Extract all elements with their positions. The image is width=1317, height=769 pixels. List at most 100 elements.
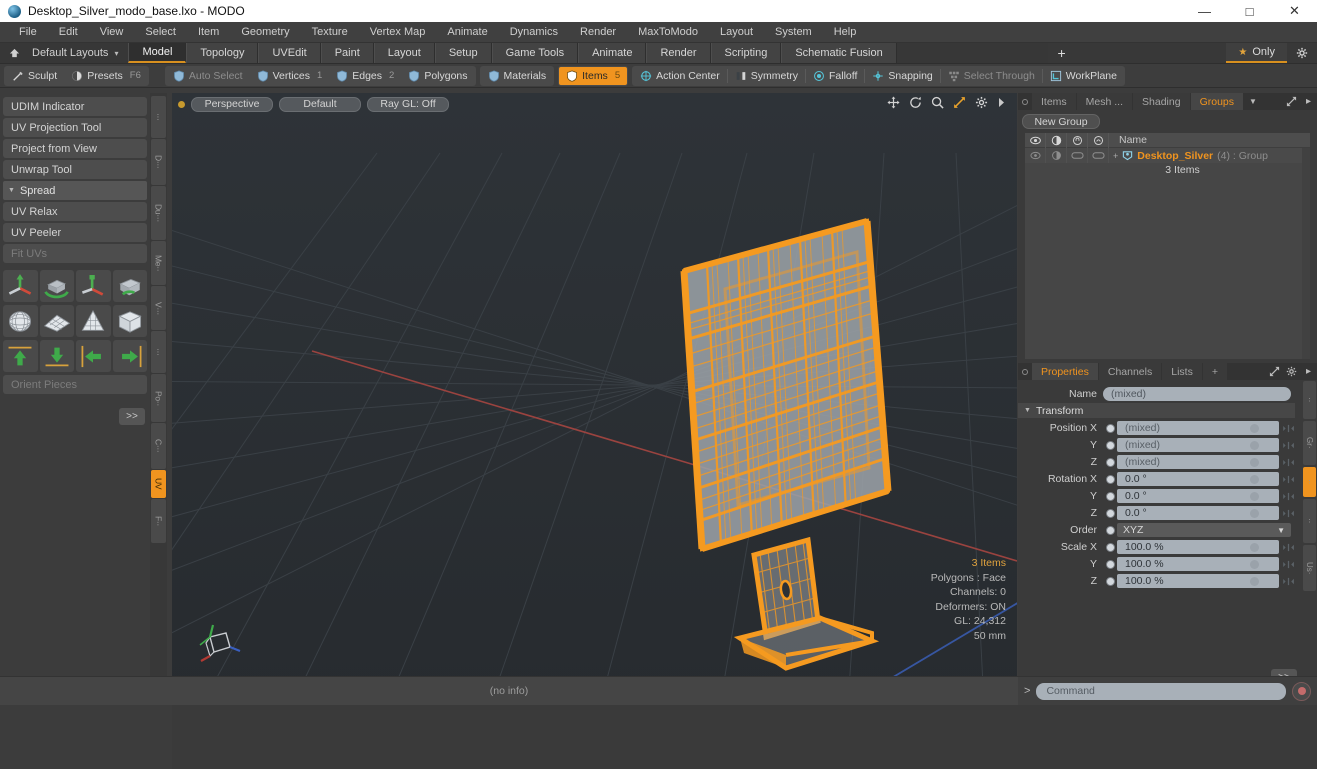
right-vertical-tab-0[interactable]: ·· [1303, 381, 1316, 419]
mode-button-materials[interactable]: Materials [481, 67, 554, 85]
table-row[interactable]: + Desktop_Silver (4) : Group [1025, 148, 1310, 163]
tab-lists[interactable]: Lists [1162, 363, 1203, 380]
close-button[interactable]: ✕ [1272, 0, 1317, 22]
mode-button-polygons[interactable]: Polygons [401, 67, 474, 85]
mode-button-vertices[interactable]: Vertices 1 [250, 67, 330, 85]
vertical-tab-5[interactable]: ··· [151, 331, 166, 373]
layout-tab-game-tools[interactable]: Game Tools [491, 43, 579, 63]
key-toggle-icon[interactable] [1103, 576, 1117, 586]
mode-button-auto-select[interactable]: Auto Select [166, 67, 250, 85]
layout-tab-model[interactable]: Model [128, 43, 187, 63]
menu-item-vertex-map[interactable]: Vertex Map [359, 22, 437, 43]
mode-button-action-center[interactable]: Action Center [633, 67, 727, 85]
tool-row-project-from-view[interactable]: Project from View [3, 139, 147, 158]
record-icon[interactable] [1292, 681, 1311, 701]
align-up-icon[interactable] [3, 340, 38, 372]
vertical-tab-4[interactable]: V··· [151, 286, 166, 330]
property-value-field[interactable]: 100.0 % [1117, 574, 1279, 588]
expand-icon[interactable] [1283, 93, 1300, 110]
mode-button-select-through[interactable]: Select Through [941, 67, 1042, 85]
right-vertical-tab-3[interactable]: ·· [1303, 499, 1316, 543]
mode-button-workplane[interactable]: WorkPlane [1043, 67, 1124, 85]
arrow-right-icon[interactable]: ▸ [1300, 93, 1317, 110]
menu-item-select[interactable]: Select [134, 22, 187, 43]
vertical-tab-0[interactable]: ··· [151, 96, 166, 138]
uv-flip-icon[interactable] [112, 270, 147, 302]
uv-sphere-icon[interactable] [3, 305, 38, 337]
panel-menu-icon[interactable] [1018, 93, 1032, 110]
tool-row-uv-peeler[interactable]: UV Peeler [3, 223, 147, 242]
property-value-field[interactable]: 0.0 ° [1117, 506, 1279, 520]
mode-button-snapping[interactable]: Snapping [865, 67, 939, 85]
select-icon[interactable] [1088, 132, 1109, 148]
rotate-icon[interactable] [909, 96, 922, 109]
align-right-icon[interactable] [112, 340, 147, 372]
property-value-field[interactable]: (mixed) [1117, 421, 1279, 435]
gear-icon[interactable] [975, 96, 988, 109]
property-value-field[interactable]: (mixed) [1117, 455, 1279, 469]
3d-viewport[interactable]: Perspective Default Ray GL: Off 3 Items … [172, 93, 1017, 705]
panel-menu-icon[interactable] [1018, 363, 1032, 380]
viewport-mode-dropdown[interactable]: Perspective [191, 96, 273, 112]
menu-item-help[interactable]: Help [823, 22, 868, 43]
tool-row-orient-pieces[interactable]: Orient Pieces [3, 375, 147, 394]
order-dropdown[interactable]: XYZ ▼ [1117, 523, 1291, 537]
row-select-toggle[interactable] [1088, 148, 1109, 163]
vertical-tab-3[interactable]: Me·· [151, 241, 166, 285]
right-vertical-tab-1[interactable]: Gr· [1303, 421, 1316, 465]
value-stepper-icon[interactable] [1281, 506, 1295, 520]
menu-item-dynamics[interactable]: Dynamics [499, 22, 569, 43]
fit-icon[interactable] [953, 96, 966, 109]
row-render-toggle[interactable] [1046, 148, 1067, 163]
arrow-right-icon[interactable] [997, 97, 1005, 108]
value-stepper-icon[interactable] [1281, 574, 1295, 588]
layout-tab-topology[interactable]: Topology [186, 43, 259, 63]
axis-gizmo[interactable] [196, 623, 242, 665]
reset-dot-icon[interactable] [1250, 559, 1259, 569]
gear-icon[interactable] [1283, 363, 1300, 380]
minimize-button[interactable]: — [1182, 0, 1227, 22]
uv-scale-icon[interactable] [76, 270, 111, 302]
right-vertical-tab-4[interactable]: Us· [1303, 545, 1316, 591]
vertical-tab-8[interactable]: UV [151, 470, 166, 498]
zoom-icon[interactable] [931, 96, 944, 109]
tab-properties[interactable]: Properties [1032, 363, 1099, 380]
add-layout-button[interactable]: + [1047, 43, 1076, 63]
left-panel-more-button[interactable]: >> [119, 408, 145, 425]
align-left-icon[interactable] [76, 340, 111, 372]
menu-item-texture[interactable]: Texture [301, 22, 359, 43]
key-toggle-icon[interactable] [1103, 457, 1117, 467]
layout-tab-render[interactable]: Render [646, 43, 711, 63]
expander-icon[interactable]: + [1113, 151, 1118, 161]
tool-row-spread[interactable]: ▼ Spread [3, 181, 147, 200]
vertical-tab-2[interactable]: Du··· [151, 186, 166, 240]
value-stepper-icon[interactable] [1281, 472, 1295, 486]
render-icon[interactable] [1046, 132, 1067, 148]
viewport-shading-dropdown[interactable]: Default [279, 96, 361, 112]
maximize-button[interactable]: □ [1227, 0, 1272, 22]
tab-groups[interactable]: Groups [1190, 93, 1245, 110]
move-icon[interactable] [887, 96, 900, 109]
tab-shading[interactable]: Shading [1133, 93, 1191, 110]
row-lock-toggle[interactable] [1067, 148, 1088, 163]
default-layouts-dropdown[interactable]: Default Layouts ▾ [28, 43, 128, 63]
chevron-down-icon[interactable]: ▼ [1244, 93, 1262, 110]
uv-cone-icon[interactable] [76, 305, 111, 337]
reset-dot-icon[interactable] [1250, 491, 1259, 501]
value-stepper-icon[interactable] [1281, 438, 1295, 452]
mode-button-items[interactable]: Items 5 [559, 66, 628, 85]
gear-icon[interactable] [1287, 43, 1317, 63]
property-value-field[interactable]: 0.0 ° [1117, 489, 1279, 503]
key-toggle-icon[interactable] [1103, 508, 1117, 518]
tab-items[interactable]: Items [1032, 93, 1077, 110]
vertical-tab-7[interactable]: C··· [151, 423, 166, 469]
tool-row-uv-relax[interactable]: UV Relax [3, 202, 147, 221]
right-vertical-tab-2[interactable]: ·· [1303, 467, 1316, 497]
layout-tab-uvedit[interactable]: UVEdit [258, 43, 321, 63]
key-toggle-icon[interactable] [1103, 474, 1117, 484]
tool-row-udim-indicator[interactable]: UDIM Indicator [3, 97, 147, 116]
key-toggle-icon[interactable] [1103, 423, 1117, 433]
value-stepper-icon[interactable] [1281, 540, 1295, 554]
name-field[interactable]: (mixed) [1103, 387, 1291, 401]
menu-item-render[interactable]: Render [569, 22, 627, 43]
